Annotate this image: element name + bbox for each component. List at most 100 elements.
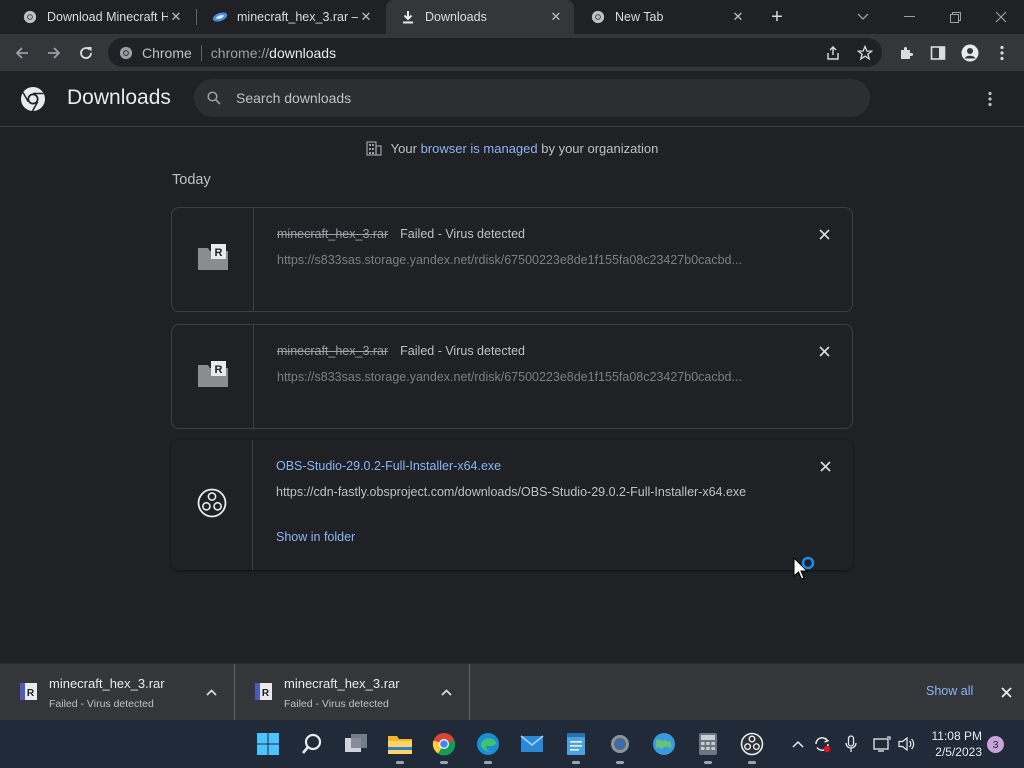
tab-new-tab[interactable]: New Tab ✕ — [576, 0, 756, 34]
back-button[interactable] — [8, 39, 36, 67]
side-panel-icon[interactable] — [924, 39, 952, 67]
download-item: OBS-Studio-29.0.2-Full-Installer-x64.exe… — [171, 440, 853, 570]
task-view-icon[interactable] — [340, 728, 372, 760]
file-url[interactable]: https://cdn-fastly.obsproject.com/downlo… — [276, 485, 816, 499]
rar-file-icon: R — [197, 360, 229, 393]
search-input[interactable] — [236, 90, 836, 106]
shelf-item[interactable]: R minecraft_hex_3.rar Failed - Virus det… — [0, 664, 235, 721]
reload-button[interactable] — [72, 39, 100, 67]
url-host: downloads — [269, 44, 337, 61]
file-url[interactable]: https://s833sas.storage.yandex.net/rdisk… — [277, 370, 777, 384]
close-icon[interactable]: ✕ — [168, 9, 184, 25]
address-bar[interactable]: Chrome chrome://downloads — [108, 38, 882, 67]
chevron-up-icon[interactable] — [438, 684, 454, 700]
file-name-link[interactable]: OBS-Studio-29.0.2-Full-Installer-x64.exe — [276, 459, 501, 473]
page-title: Downloads — [67, 86, 171, 109]
shelf-item[interactable]: R minecraft_hex_3.rar Failed - Virus det… — [235, 664, 470, 721]
running-indicator — [484, 761, 492, 764]
forward-button[interactable] — [40, 39, 68, 67]
tab-download-minecraft[interactable]: Download Minecraft Hex Crack ✕ — [8, 0, 194, 34]
restore-button[interactable] — [932, 0, 978, 34]
calculator-icon[interactable] — [692, 728, 724, 764]
file-icon-column: R — [172, 208, 254, 311]
maps-icon[interactable] — [648, 728, 680, 760]
search-box[interactable] — [194, 79, 870, 117]
tab-title: minecraft_hex_3.rar — Yandex — [237, 10, 358, 24]
managed-link[interactable]: browser is managed — [421, 141, 538, 156]
chrome-menu-icon[interactable] — [988, 39, 1016, 67]
system-clock[interactable]: 11:08 PM 2/5/2023 — [926, 728, 982, 760]
chrome-icon — [22, 9, 38, 25]
date-group-label: Today — [172, 172, 211, 188]
tab-title: New Tab — [615, 10, 664, 24]
chevron-up-icon[interactable] — [203, 684, 219, 700]
close-icon[interactable]: ✕ — [730, 9, 746, 25]
shelf-file-status: Failed - Virus detected — [284, 698, 389, 710]
search-icon[interactable] — [296, 728, 328, 760]
running-indicator — [572, 761, 580, 764]
chrome-icon — [118, 45, 134, 61]
bookmark-star-icon[interactable] — [856, 44, 874, 62]
download-status: Failed - Virus detected — [400, 227, 526, 241]
close-shelf-icon[interactable] — [998, 684, 1014, 700]
url-scheme: chrome:// — [210, 44, 270, 61]
file-name: minecraft_hex_3.rar — [277, 344, 389, 358]
chrome-logo-icon — [20, 86, 46, 112]
running-indicator — [704, 761, 712, 764]
volume-icon[interactable] — [897, 734, 917, 754]
shelf-file-name: minecraft_hex_3.rar — [49, 676, 165, 691]
file-name-row: OBS-Studio-29.0.2-Full-Installer-x64.exe — [276, 459, 501, 473]
close-icon[interactable]: ✕ — [548, 9, 564, 25]
windows-taskbar: 11:08 PM 2/5/2023 — [0, 720, 1024, 768]
extensions-icon[interactable] — [892, 39, 920, 67]
tab-divider — [196, 9, 197, 25]
building-icon — [366, 140, 382, 156]
more-actions-icon[interactable] — [980, 89, 1000, 109]
network-icon[interactable] — [872, 734, 892, 754]
tab-search-chevron-icon[interactable] — [840, 0, 886, 34]
mail-icon[interactable] — [516, 728, 548, 760]
download-item: R minecraft_hex_3.rar Failed - Virus det… — [171, 207, 853, 312]
tab-yandex[interactable]: minecraft_hex_3.rar — Yandex ✕ — [198, 0, 384, 34]
remove-item-close-icon[interactable] — [817, 458, 833, 474]
running-indicator — [396, 761, 404, 764]
shelf-file-status: Failed - Virus detected — [49, 698, 154, 710]
browser-toolbar: Chrome chrome://downloads — [0, 34, 1024, 71]
running-indicator — [616, 761, 624, 764]
download-icon — [400, 9, 416, 25]
profile-avatar-icon[interactable] — [956, 39, 984, 67]
tray-overflow-chevron-icon[interactable] — [788, 734, 808, 754]
tab-downloads[interactable]: Downloads ✕ — [386, 0, 574, 34]
svg-text:R: R — [214, 364, 222, 376]
settings-icon[interactable] — [604, 728, 636, 764]
tab-title: Download Minecraft Hex Crack — [47, 10, 168, 24]
close-icon[interactable]: ✕ — [358, 9, 374, 25]
obs-icon[interactable] — [736, 728, 768, 764]
notepad-icon[interactable] — [560, 728, 592, 764]
running-indicator — [748, 761, 756, 764]
show-all-button[interactable]: Show all — [926, 684, 973, 698]
file-name-row: minecraft_hex_3.rar Failed - Virus detec… — [277, 227, 525, 241]
minimize-button[interactable] — [886, 0, 932, 34]
notification-badge[interactable]: 3 — [987, 736, 1004, 753]
remove-item-close-icon[interactable] — [816, 343, 832, 359]
close-window-button[interactable] — [978, 0, 1024, 34]
remove-item-close-icon[interactable] — [816, 226, 832, 242]
file-url[interactable]: https://s833sas.storage.yandex.net/rdisk… — [277, 253, 777, 267]
microphone-icon[interactable] — [841, 734, 861, 754]
search-icon — [206, 90, 222, 106]
download-shelf: R minecraft_hex_3.rar Failed - Virus det… — [0, 663, 1024, 721]
show-in-folder-link[interactable]: Show in folder — [276, 530, 355, 544]
download-status: Failed - Virus detected — [400, 344, 526, 358]
managed-prefix: Your — [390, 140, 421, 156]
windows-start-icon[interactable] — [252, 728, 284, 760]
new-tab-button[interactable]: + — [766, 6, 788, 28]
file-explorer-icon[interactable] — [384, 728, 416, 764]
chrome-icon[interactable] — [428, 728, 460, 764]
rar-file-icon: R — [255, 683, 272, 700]
share-icon[interactable] — [824, 44, 842, 62]
sync-icon[interactable] — [812, 734, 832, 754]
edge-icon[interactable] — [472, 728, 504, 764]
site-label: Chrome — [142, 44, 192, 61]
shelf-file-name: minecraft_hex_3.rar — [284, 676, 400, 691]
